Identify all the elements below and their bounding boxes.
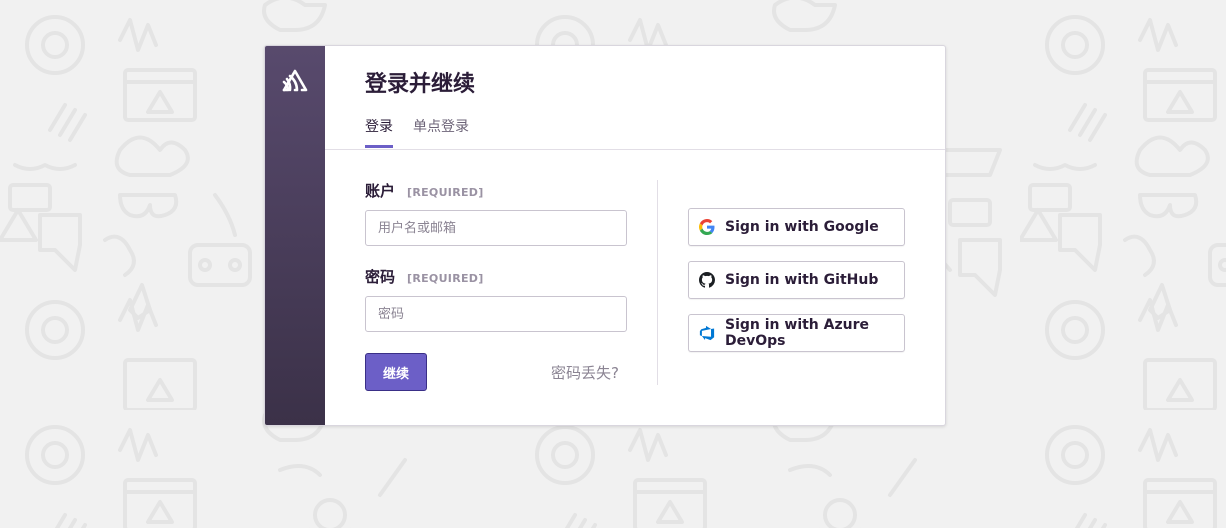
account-label-row: 账户 [REQUIRED]	[365, 180, 627, 201]
form-actions: 继续 密码丢失?	[365, 353, 627, 391]
social-login-list: Sign in with Google Sign in with GitHub	[688, 208, 905, 367]
account-block: 账户 [REQUIRED]	[365, 180, 627, 246]
azure-devops-signin-label: Sign in with Azure DevOps	[725, 317, 869, 349]
tab-sso[interactable]: 单点登录	[413, 114, 469, 148]
google-signin-button[interactable]: Sign in with Google	[688, 208, 905, 246]
tab-login[interactable]: 登录	[365, 114, 393, 148]
page-title: 登录并继续	[365, 72, 476, 97]
password-required-tag: [REQUIRED]	[407, 272, 484, 285]
login-card: 登录并继续 登录 单点登录 账户 [REQUIRED] 密码 [	[264, 45, 946, 426]
column-divider	[657, 180, 658, 385]
github-signin-button[interactable]: Sign in with GitHub	[688, 261, 905, 299]
azure-devops-signin-button[interactable]: Sign in with Azure DevOps	[688, 314, 905, 352]
account-input[interactable]	[365, 210, 627, 246]
github-signin-label: Sign in with GitHub	[725, 272, 879, 288]
account-label: 账户	[365, 182, 396, 200]
azure-devops-icon	[699, 325, 715, 341]
google-signin-label: Sign in with Google	[725, 219, 879, 235]
login-main: 登录并继续 登录 单点登录 账户 [REQUIRED] 密码 [	[325, 46, 945, 425]
lost-password-link[interactable]: 密码丢失?	[551, 362, 619, 383]
password-label-row: 密码 [REQUIRED]	[365, 266, 627, 287]
password-block: 密码 [REQUIRED]	[365, 266, 627, 332]
login-form: 账户 [REQUIRED] 密码 [REQUIRED] 继续 密码丢失?	[365, 180, 627, 391]
password-label: 密码	[365, 268, 396, 286]
login-tabs: 登录 单点登录	[365, 114, 489, 148]
login-body: 账户 [REQUIRED] 密码 [REQUIRED] 继续 密码丢失?	[325, 150, 945, 425]
sentry-logo-icon	[282, 69, 308, 92]
continue-button[interactable]: 继续	[365, 353, 427, 391]
password-input[interactable]	[365, 296, 627, 332]
account-required-tag: [REQUIRED]	[407, 186, 484, 199]
github-icon	[699, 272, 715, 288]
google-icon	[699, 219, 715, 235]
login-header: 登录并继续 登录 单点登录	[325, 46, 945, 150]
brand-sidebar	[265, 46, 325, 425]
